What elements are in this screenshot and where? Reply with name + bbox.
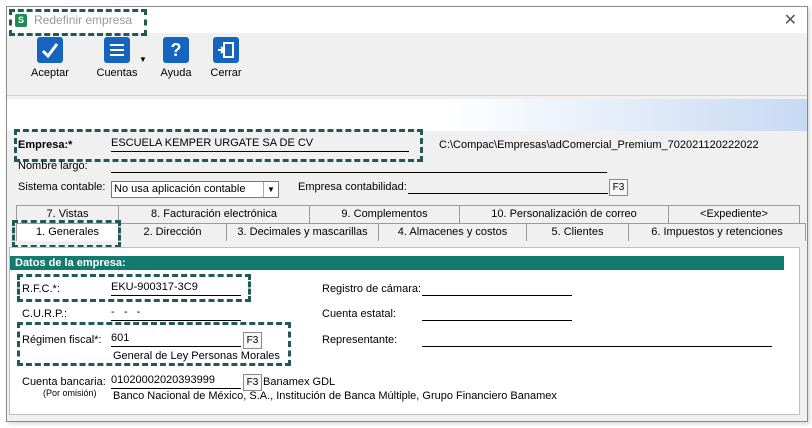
tab-expediente[interactable]: <Expediente>	[668, 205, 800, 223]
section-title: Datos de la empresa:	[10, 256, 784, 270]
nombre-largo-field[interactable]	[111, 158, 607, 173]
toolbar: Aceptar Cuentas ▼ ? Ayuda Cerrar	[7, 33, 807, 96]
tab-decimales[interactable]: 3. Decimales y mascarillas	[226, 223, 379, 241]
chevron-down-icon[interactable]: ▼	[263, 182, 278, 197]
cuenta-bancaria-sublabel: (Por omisión)	[43, 388, 97, 398]
accounts-button[interactable]: Cuentas ▼	[85, 37, 149, 79]
tab-clientes[interactable]: 5. Clientes	[526, 223, 629, 241]
representante-field[interactable]	[422, 332, 772, 347]
cuenta-estatal-field[interactable]	[422, 306, 572, 321]
list-icon	[104, 37, 130, 63]
empresa-path: C:\Compac\Empresas\adComercial_Premium_7…	[439, 139, 759, 151]
sistema-contable-label: Sistema contable:	[18, 181, 106, 193]
representante-label: Representante:	[322, 334, 398, 346]
accounts-label: Cuentas	[96, 67, 138, 79]
tab-almacenes[interactable]: 4. Almacenes y costos	[378, 223, 527, 241]
cuenta-estatal-label: Cuenta estatal:	[322, 308, 396, 320]
nombre-largo-label: Nombre largo:	[18, 160, 88, 172]
accept-label: Aceptar	[31, 67, 69, 79]
close-button[interactable]: Cerrar	[205, 37, 247, 79]
empresa-contabilidad-field[interactable]	[408, 179, 608, 194]
rfc-highlight	[17, 274, 251, 302]
curp-label: C.U.R.P.:	[22, 308, 68, 320]
cuenta-bancaria-f3-button[interactable]: F3	[243, 374, 262, 391]
empresa-contabilidad-f3-button[interactable]: F3	[609, 179, 628, 196]
registro-camara-label: Registro de cámara:	[322, 283, 422, 295]
tab-personalizacion[interactable]: 10. Personalización de correo	[459, 205, 669, 223]
sistema-contable-select[interactable]: No usa aplicación contable ▼	[111, 181, 279, 198]
help-button[interactable]: ? Ayuda	[153, 37, 199, 79]
banco-short: Banamex GDL	[263, 376, 336, 388]
close-icon[interactable]: ✕	[784, 10, 797, 30]
regimen-highlight	[17, 322, 291, 366]
tab-direccion[interactable]: 2. Dirección	[118, 223, 227, 241]
exit-door-icon	[213, 37, 239, 63]
registro-camara-field[interactable]	[422, 281, 572, 296]
sistema-contable-value: No usa aplicación contable	[114, 183, 246, 195]
banco-full: Banco Nacional de México, S.A., Instituc…	[113, 390, 557, 402]
cuenta-bancaria-label: Cuenta bancaria:	[22, 376, 106, 388]
tab-complementos[interactable]: 9. Complementos	[309, 205, 460, 223]
tab-impuestos[interactable]: 6. Impuestos y retenciones	[628, 223, 806, 241]
curp-field[interactable]: - - -	[111, 306, 241, 321]
empresa-contabilidad-label: Empresa contabilidad:	[298, 181, 407, 193]
dropdown-arrow-icon[interactable]: ▼	[139, 55, 147, 64]
help-label: Ayuda	[160, 67, 192, 79]
checkmark-icon	[37, 37, 63, 63]
accept-button[interactable]: Aceptar	[23, 37, 77, 79]
tab-facturacion[interactable]: 8. Facturación electrónica	[118, 205, 310, 223]
close-label: Cerrar	[210, 67, 242, 79]
title-highlight	[9, 9, 147, 36]
generales-highlight	[12, 220, 121, 248]
cuenta-bancaria-field[interactable]: 01020002020393999	[111, 374, 241, 389]
header-gradient	[7, 99, 807, 131]
question-icon: ?	[163, 37, 189, 63]
